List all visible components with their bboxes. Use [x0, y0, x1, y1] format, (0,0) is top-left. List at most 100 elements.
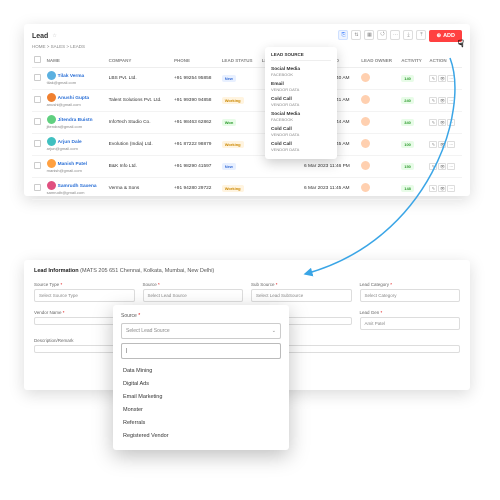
section-header: Lead Information (MATS 205 651 Chennai, …	[34, 268, 460, 274]
lead-name[interactable]: Samrudh Saxena	[58, 184, 97, 189]
row-checkbox[interactable]	[34, 162, 41, 169]
add-button[interactable]: ⊕ ADD ☟	[429, 30, 462, 42]
row-checkbox[interactable]	[34, 184, 41, 191]
avatar	[47, 93, 56, 102]
status-badge: Working	[222, 97, 244, 104]
action-more[interactable]: ⋯	[447, 97, 455, 104]
lead-email: arjun@gmail.com	[47, 146, 78, 151]
dropdown-option[interactable]: Email Marketing	[121, 390, 281, 403]
owner-avatar[interactable]	[361, 117, 370, 126]
field-input[interactable]: Select Category	[360, 289, 461, 302]
activity-badge: 148	[401, 185, 414, 192]
col-header[interactable]: LEAD OWNER	[359, 53, 399, 68]
col-header[interactable]: NAME	[45, 53, 107, 68]
col-header[interactable]: COMPANY	[107, 53, 172, 68]
action-edit[interactable]: ✎	[429, 185, 437, 192]
activity-badge: 240	[401, 97, 414, 104]
lead-name[interactable]: Jitendra Buistn	[58, 118, 93, 123]
form-field: Source TypeSelect Source Type	[34, 282, 135, 302]
row-checkbox[interactable]	[34, 96, 41, 103]
breadcrumb[interactable]: HOME > SALES > LEADS	[32, 44, 462, 49]
owner-avatar[interactable]	[361, 183, 370, 192]
status-badge: Won	[222, 119, 237, 126]
field-input[interactable]: Select Source Type	[34, 289, 135, 302]
action-more[interactable]: ⋯	[447, 119, 455, 126]
source-item[interactable]: Social MediaFACEBOOK	[271, 64, 331, 79]
action-more[interactable]: ⋯	[447, 185, 455, 192]
table-row[interactable]: Manish Patelmanish@gmail.comB&K Info Ltd…	[32, 156, 462, 178]
tool-icon[interactable]: ⤒	[416, 30, 426, 40]
action-more[interactable]: ⋯	[447, 75, 455, 82]
col-header[interactable]: ACTION	[427, 53, 462, 68]
tool-icon[interactable]: ⤓	[403, 30, 413, 40]
dropdown-search[interactable]: |	[121, 343, 281, 359]
phone: +91 98463 62862	[172, 112, 220, 134]
activity-badge: 340	[401, 119, 414, 126]
action-edit[interactable]: ✎	[429, 97, 437, 104]
lead-name[interactable]: Tilak Verma	[58, 74, 85, 79]
col-header[interactable]: ACTIVITY	[399, 53, 427, 68]
table-row[interactable]: Tilak Vermatilak@gmail.comLBS Pvt. Ltd.+…	[32, 68, 462, 90]
col-header[interactable]: LEAD STATUS	[220, 53, 260, 68]
row-checkbox[interactable]	[34, 118, 41, 125]
owner-avatar[interactable]	[361, 95, 370, 104]
action-view[interactable]: 👁	[438, 97, 446, 104]
favorite-icon[interactable]: ☆	[52, 33, 56, 39]
dropdown-option[interactable]: Referrals	[121, 416, 281, 429]
lead-name[interactable]: Manish Patel	[58, 162, 87, 167]
action-view[interactable]: 👁	[438, 185, 446, 192]
table-row[interactable]: Anushi Guptaanushi@gmail.com Talent Solut…	[32, 90, 462, 112]
dropdown-option[interactable]: Monster	[121, 403, 281, 416]
action-view[interactable]: 👁	[438, 163, 446, 170]
action-edit[interactable]: ✎	[429, 163, 437, 170]
field-input[interactable]: Amit Patel	[360, 317, 461, 330]
action-view[interactable]: 👁	[438, 119, 446, 126]
lead-name[interactable]: Anushi Gupta	[58, 96, 89, 101]
tool-icon[interactable]: ⭯	[377, 30, 387, 40]
phone: +91 87222 98879	[172, 134, 220, 156]
activity-badge: 140	[401, 75, 414, 82]
action-view[interactable]: 👁	[438, 75, 446, 82]
filter-icon[interactable]: ⎘	[338, 30, 348, 40]
source-item[interactable]: Social MediaFACEBOOK	[271, 109, 331, 124]
company: Talent Solutions Pvt. Ltd.	[107, 90, 172, 112]
action-edit[interactable]: ✎	[429, 141, 437, 148]
lead-email: anushi@gmail.com	[47, 102, 81, 107]
select-all[interactable]	[34, 56, 41, 63]
dropdown-option[interactable]: Digital Ads	[121, 377, 281, 390]
table-row[interactable]: Arjun Dalearjun@gmail.comEvolution (Indi…	[32, 134, 462, 156]
source-item[interactable]: Cold CallVENDOR DATA	[271, 139, 331, 154]
row-checkbox[interactable]	[34, 140, 41, 147]
source-item[interactable]: Cold CallVENDOR DATA	[271, 124, 331, 139]
action-more[interactable]: ⋯	[447, 163, 455, 170]
tool-icon[interactable]: ⇅	[351, 30, 361, 40]
source-item[interactable]: Cold CallVENDOR DATA	[271, 94, 331, 109]
table-row[interactable]: Samrudh Saxenasamrudh@gmail.comVerma & S…	[32, 178, 462, 200]
status-badge: Working	[222, 185, 244, 192]
field-input[interactable]: Select Lead SubSource	[251, 289, 352, 302]
action-view[interactable]: 👁	[438, 141, 446, 148]
action-more[interactable]: ⋯	[447, 141, 455, 148]
tool-icon[interactable]: ▦	[364, 30, 374, 40]
dropdown-option[interactable]: Data Mining	[121, 364, 281, 377]
col-header[interactable]: PHONE	[172, 53, 220, 68]
owner-avatar[interactable]	[361, 73, 370, 82]
dropdown-option[interactable]: Registered Vendor	[121, 429, 281, 442]
dropdown-select[interactable]: Select Lead Source⌄	[121, 323, 281, 339]
lead-name[interactable]: Arjun Dale	[58, 140, 82, 145]
status-badge: New	[222, 163, 236, 170]
source-item[interactable]: EmailVENDOR DATA	[271, 79, 331, 94]
action-edit[interactable]: ✎	[429, 119, 437, 126]
field-label: Sub Source	[251, 282, 352, 287]
action-edit[interactable]: ✎	[429, 75, 437, 82]
form-field: Lead CategorySelect Category	[360, 282, 461, 302]
field-input[interactable]: Select Lead Source	[143, 289, 244, 302]
tool-icon[interactable]: ⋯	[390, 30, 400, 40]
row-checkbox[interactable]	[34, 74, 41, 81]
table-row[interactable]: Jitendra Buistnjitendra@gmail.comInfoTec…	[32, 112, 462, 134]
owner-avatar[interactable]	[361, 139, 370, 148]
company: LBS Pvt. Ltd.	[107, 68, 172, 90]
created-date: 6 Mar 2023 11:45 AM	[302, 178, 359, 200]
avatar	[47, 181, 56, 190]
owner-avatar[interactable]	[361, 161, 370, 170]
